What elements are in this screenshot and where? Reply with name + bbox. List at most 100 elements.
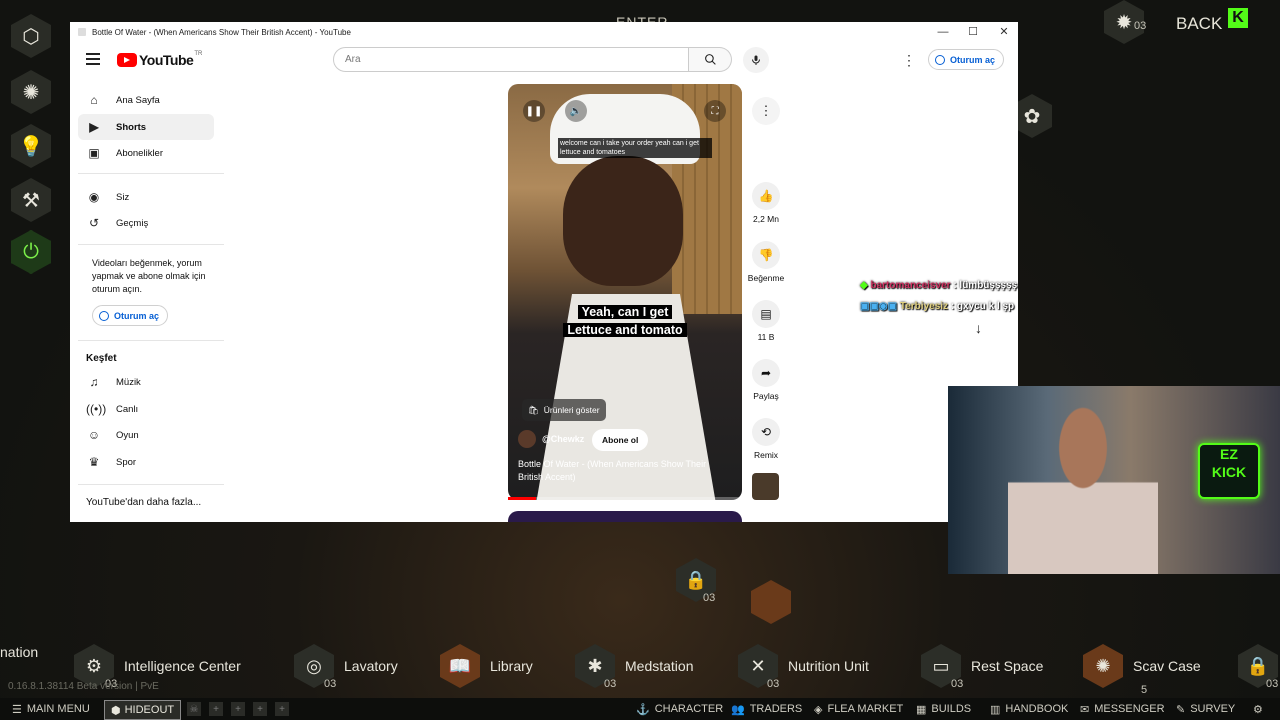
character-icon: ⚓ [636, 703, 650, 716]
maximize-button[interactable]: ☐ [958, 22, 988, 42]
module-level: 03 [951, 678, 964, 690]
nav-shorts[interactable]: ▶ Shorts [78, 114, 214, 140]
nav-sports[interactable]: ♛ Spor [78, 449, 214, 475]
you-icon: ◉ [88, 190, 100, 204]
like-button[interactable]: 👍 2,2 Mn [746, 182, 786, 224]
version-label: 0.16.8.1.38114 Beta version | PvE [8, 681, 159, 692]
module-library[interactable]: 📖 Library [440, 644, 533, 688]
messenger-button[interactable]: ✉ MESSENGER [1080, 698, 1165, 720]
module-medstation[interactable]: ✱ Medstation [575, 644, 693, 688]
character-button[interactable]: ⚓ CHARACTER [636, 698, 723, 720]
title-bar: Bottle Of Water - (When Americans Show T… [70, 22, 1018, 42]
module-scav-case[interactable]: ✺ Scav Case [1083, 644, 1201, 688]
flea-market-button[interactable]: ◈ FLEA MARKET [814, 698, 903, 720]
dislike-button[interactable]: 👎 Beğenme [746, 241, 786, 283]
survey-button[interactable]: ✎ SURVEY [1176, 698, 1235, 720]
remix-button[interactable]: ⟲ Remix [746, 418, 786, 460]
chat-badge-icon: ◆ [860, 280, 868, 291]
handbook-icon: ▥ [990, 703, 1001, 716]
fullscreen-icon[interactable]: ⛶ [704, 100, 726, 122]
sidebar-divider [78, 173, 224, 174]
nav-you[interactable]: ◉ Siz [78, 184, 214, 210]
chat-message: ◆ bartomanceisver : lümbüşşşşş [860, 280, 1018, 291]
browser-window-right [948, 22, 1018, 386]
module-level: 03 [1266, 678, 1279, 690]
plus-icon[interactable]: + [209, 702, 223, 716]
window-title: Bottle Of Water - (When Americans Show T… [92, 27, 351, 37]
account-icon [935, 54, 945, 65]
video-progress-fill [508, 497, 537, 500]
volume-icon[interactable]: 🔈 [565, 100, 587, 122]
share-button[interactable]: ➦ Paylaş [746, 359, 786, 401]
search-button[interactable] [689, 47, 732, 72]
nav-home[interactable]: ⌂ Ana Sayfa [78, 87, 214, 113]
thumbs-up-icon: 👍 [752, 182, 780, 210]
module-rest-space[interactable]: ▭ Rest Space [921, 644, 1043, 688]
next-short-preview[interactable] [508, 511, 742, 522]
pause-icon[interactable]: ❚❚ [523, 100, 545, 122]
module-lavatory[interactable]: ◎ Lavatory [294, 644, 398, 688]
comments-button[interactable]: ▤ 11 B [746, 300, 786, 342]
menu-icon[interactable] [86, 53, 100, 65]
flea-market-icon: ◈ [814, 703, 823, 716]
traders-button[interactable]: 👥 TRADERS [731, 698, 802, 720]
settings-kebab-icon[interactable]: ⋮ [902, 52, 916, 69]
main-menu-button[interactable]: ☰ MAIN MENU [12, 698, 90, 720]
sidebar-divider [78, 340, 224, 341]
show-products-button[interactable]: 🛍 Ürünleri göster [522, 399, 606, 421]
video-face [563, 156, 683, 286]
builds-button[interactable]: ▦ BUILDS [916, 698, 971, 720]
thumbs-down-icon: 👎 [752, 241, 780, 269]
kick-logo-icon: K [1228, 8, 1248, 28]
plus-icon[interactable]: + [231, 702, 245, 716]
explore-title: Keşfet [86, 353, 117, 364]
voice-search-button[interactable] [743, 47, 769, 73]
module-ventilation[interactable]: nation [0, 644, 38, 660]
sidebar-signin-button[interactable]: Oturum aç [92, 305, 169, 326]
live-icon: ((•)) [86, 402, 107, 416]
more-from-youtube[interactable]: YouTube'dan daha fazla... [86, 497, 201, 508]
signin-button[interactable]: Oturum aç [928, 49, 1005, 70]
module-level: 03 [703, 592, 716, 604]
video-title[interactable]: Bottle Of Water - (When Americans Show T… [518, 458, 730, 484]
close-button[interactable]: ✕ [989, 22, 1019, 42]
nav-history[interactable]: ↺ Geçmiş [78, 210, 214, 236]
trophy-icon: ♛ [88, 455, 100, 469]
nav-gaming[interactable]: ☺ Oyun [78, 422, 214, 448]
builds-icon: ▦ [916, 703, 927, 716]
minimize-button[interactable]: — [928, 22, 958, 42]
scav-case-icon: ✺ [1083, 644, 1123, 688]
module-level: 5 [1141, 684, 1148, 696]
handbook-button[interactable]: ▥ HANDBOOK [990, 698, 1068, 720]
module-nutrition-unit[interactable]: ✕ Nutrition Unit [738, 644, 869, 688]
survey-icon: ✎ [1176, 703, 1186, 716]
avatar [518, 430, 536, 448]
nav-music[interactable]: ♫ Müzik [78, 369, 214, 395]
video-progress-bar[interactable] [508, 497, 742, 500]
back-button[interactable]: BACK [1176, 14, 1222, 34]
nav-subscriptions[interactable]: ▣ Abonelikler [78, 140, 214, 166]
remix-icon: ⟲ [752, 418, 780, 446]
skull-icon[interactable]: ☠ [187, 702, 201, 716]
arrow-down-icon[interactable]: ↓ [975, 320, 982, 336]
subscribe-button[interactable]: Abone ol [592, 429, 649, 451]
settings-gear-icon[interactable]: ⚙ [1253, 698, 1263, 720]
menu-icon: ☰ [12, 703, 22, 716]
messenger-icon: ✉ [1080, 703, 1090, 716]
more-options-icon[interactable]: ⋮ [752, 97, 780, 125]
history-icon: ↺ [88, 216, 100, 230]
sound-thumbnail[interactable] [752, 473, 779, 500]
youtube-favicon-icon [78, 28, 86, 36]
youtube-logo[interactable]: YouTube TR [117, 51, 202, 68]
chat-message: ▣▣◉▣ Terbiyesiz : gxycu k l şp [860, 301, 1015, 312]
module-level: 03 [604, 678, 617, 690]
nav-live[interactable]: ((•)) Canlı [78, 396, 214, 422]
music-icon: ♫ [89, 375, 99, 389]
channel-link[interactable]: @Chewkz [518, 430, 584, 448]
hideout-button[interactable]: ⬢ HIDEOUT [104, 700, 182, 720]
search-input[interactable] [333, 47, 689, 72]
search-icon [704, 54, 716, 65]
plus-icon[interactable]: + [253, 702, 267, 716]
plus-icon[interactable]: + [275, 702, 289, 716]
traders-icon: 👥 [731, 703, 745, 716]
